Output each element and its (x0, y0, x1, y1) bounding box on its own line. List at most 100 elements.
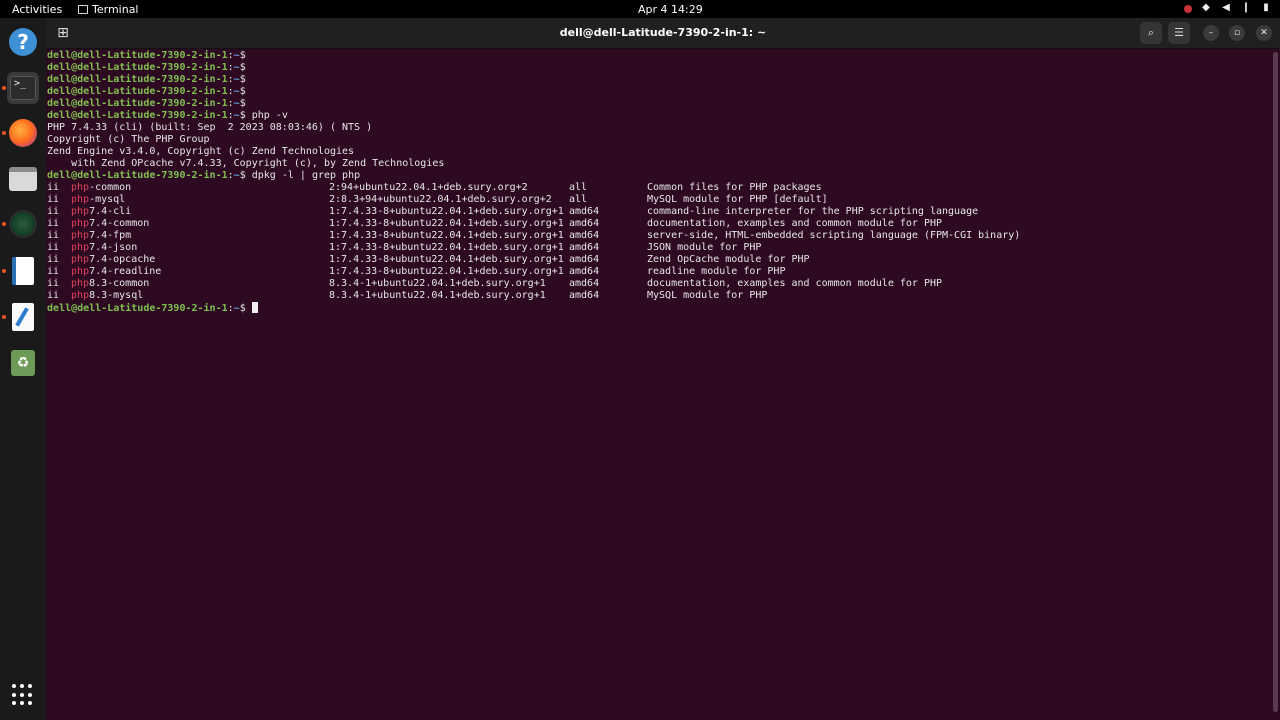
output-line: Zend Engine v3.4.0, Copyright (c) Zend T… (47, 146, 355, 157)
scrollbar[interactable] (1273, 52, 1278, 712)
package-arch: amd64 (569, 218, 600, 229)
package-arch: amd64 (569, 266, 600, 277)
package-arch: amd64 (569, 206, 600, 217)
dock-browser[interactable] (2, 208, 39, 240)
package-name-rest: 7.4-readline (89, 266, 162, 277)
package-arch: all (569, 194, 588, 205)
package-description: Common files for PHP packages (647, 182, 822, 193)
wifi-icon[interactable]: ◆ (1200, 2, 1212, 14)
package-status: ii (47, 206, 60, 217)
package-name: php7.4-json (71, 242, 329, 254)
dock-files[interactable] (7, 163, 39, 195)
prompt-line: dell@dell-Latitude-7390-2-in-1:~$ (47, 50, 246, 61)
package-status: ii (47, 266, 60, 277)
maximize-icon: ▫ (1233, 28, 1241, 38)
dock-trash[interactable]: ♻ (7, 347, 39, 379)
prompt-user-host: dell@dell-Latitude-7390-2-in-1 (47, 62, 228, 73)
package-name: php-common (71, 182, 329, 194)
terminal-icon (78, 5, 88, 14)
package-row: ii php7.4-json 1:7.4.33-8+ubuntu22.04.1+de… (47, 242, 1271, 254)
prompt-symbol: $ (239, 74, 246, 85)
search-icon: ⌕ (1147, 26, 1155, 39)
package-description: documentation, examples and common modul… (647, 218, 943, 229)
prompt-line: dell@dell-Latitude-7390-2-in-1:~$ (47, 302, 1271, 314)
package-name: php7.4-cli (71, 206, 329, 218)
dock-help[interactable]: ? (7, 26, 39, 58)
package-row: ii php7.4-readline 1:7.4.33-8+ubuntu22.04.… (47, 266, 1271, 278)
clock[interactable]: Apr 4 14:29 (638, 3, 703, 16)
prompt-symbol: $ (239, 86, 246, 97)
package-description: server-side, HTML-embedded scripting lan… (647, 230, 1021, 241)
package-row: ii php-common 2:94+ubuntu22.04.1+deb.sury.… (47, 182, 1271, 194)
activities-button[interactable]: Activities (12, 3, 62, 16)
package-arch: all (569, 182, 588, 193)
output-line: with Zend OPcache v7.4.33, Copyright (c)… (47, 158, 445, 169)
minimize-button[interactable]: – (1203, 25, 1219, 41)
package-version: 1:7.4.33-8+ubuntu22.04.1+deb.sury.org+1 (329, 254, 564, 265)
package-row: ii php7.4-common 1:7.4.33-8+ubuntu22.04.1+… (47, 218, 1271, 230)
prompt-symbol: $ (239, 98, 246, 109)
package-status: ii (47, 194, 60, 205)
dock-writer[interactable] (2, 255, 39, 287)
close-button[interactable]: ✕ (1256, 25, 1272, 41)
grep-match: php (71, 242, 90, 253)
command-text: php -v (251, 110, 288, 121)
grep-match: php (71, 182, 90, 193)
prompt-line: dell@dell-Latitude-7390-2-in-1:~$ php -v (47, 110, 288, 121)
header-bar[interactable]: ⊞ dell@dell-Latitude-7390-2-in-1: ~ ⌕ ☰ … (46, 18, 1280, 49)
dock-text-editor[interactable] (2, 301, 39, 333)
package-status: ii (47, 254, 60, 265)
package-name: php8.3-common (71, 278, 329, 290)
package-name-rest: -mysql (89, 194, 126, 205)
running-indicator (2, 131, 6, 135)
dock-firefox[interactable] (2, 117, 39, 149)
prompt-line: dell@dell-Latitude-7390-2-in-1:~$ (47, 74, 246, 85)
app-menu[interactable]: Terminal (78, 3, 139, 16)
package-status: ii (47, 218, 60, 229)
package-name: php7.4-opcache (71, 254, 329, 266)
package-row: ii php7.4-cli 1:7.4.33-8+ubuntu22.04.1+deb… (47, 206, 1271, 218)
trash-icon: ♻ (11, 350, 35, 376)
text-cursor (251, 302, 258, 313)
top-bar: Activities Terminal Apr 4 14:29 ◆ ◀ ❙ ▮ (0, 0, 1280, 18)
package-status: ii (47, 278, 60, 289)
package-arch: amd64 (569, 278, 600, 289)
dock-terminal[interactable]: >_ (2, 72, 39, 104)
package-arch: amd64 (569, 242, 600, 253)
search-button[interactable]: ⌕ (1140, 22, 1162, 44)
package-description: command-line interpreter for the PHP scr… (647, 206, 979, 217)
microphone-icon[interactable]: ❙ (1240, 2, 1252, 14)
battery-icon[interactable]: ▮ (1260, 2, 1272, 14)
dock-app-grid[interactable] (7, 679, 39, 711)
package-arch: amd64 (569, 290, 600, 301)
grep-match: php (71, 218, 90, 229)
command-text: dpkg -l | grep php (251, 170, 361, 181)
package-status: ii (47, 230, 60, 241)
prompt-symbol: $ (239, 50, 246, 61)
grep-match: php (71, 290, 90, 301)
package-arch: amd64 (569, 230, 600, 241)
prompt-symbol: $ (239, 110, 246, 121)
prompt-user-host: dell@dell-Latitude-7390-2-in-1 (47, 50, 228, 61)
package-name-rest: 7.4-opcache (89, 254, 156, 265)
recording-indicator-icon[interactable] (1184, 5, 1192, 13)
package-row: ii php7.4-fpm 1:7.4.33-8+ubuntu22.04.1+deb… (47, 230, 1271, 242)
system-tray[interactable]: ◆ ◀ ❙ ▮ (1184, 2, 1272, 14)
terminal-output[interactable]: dell@dell-Latitude-7390-2-in-1:~$ dell@de… (47, 48, 1271, 720)
package-version: 1:7.4.33-8+ubuntu22.04.1+deb.sury.org+1 (329, 242, 564, 253)
package-name-rest: 8.3-mysql (89, 290, 144, 301)
terminal-window: ⊞ dell@dell-Latitude-7390-2-in-1: ~ ⌕ ☰ … (46, 18, 1280, 720)
volume-icon[interactable]: ◀ (1220, 2, 1232, 14)
package-description: MySQL module for PHP (647, 290, 768, 301)
prompt-user-host: dell@dell-Latitude-7390-2-in-1 (47, 303, 228, 314)
prompt-user-host: dell@dell-Latitude-7390-2-in-1 (47, 74, 228, 85)
prompt-user-host: dell@dell-Latitude-7390-2-in-1 (47, 170, 228, 181)
package-name-rest: 7.4-fpm (89, 230, 132, 241)
hamburger-menu-icon: ☰ (1174, 26, 1184, 39)
menu-button[interactable]: ☰ (1168, 22, 1190, 44)
package-version: 1:7.4.33-8+ubuntu22.04.1+deb.sury.org+1 (329, 218, 564, 229)
package-status: ii (47, 242, 60, 253)
prompt-user-host: dell@dell-Latitude-7390-2-in-1 (47, 98, 228, 109)
maximize-button[interactable]: ▫ (1229, 25, 1245, 41)
package-status: ii (47, 182, 60, 193)
